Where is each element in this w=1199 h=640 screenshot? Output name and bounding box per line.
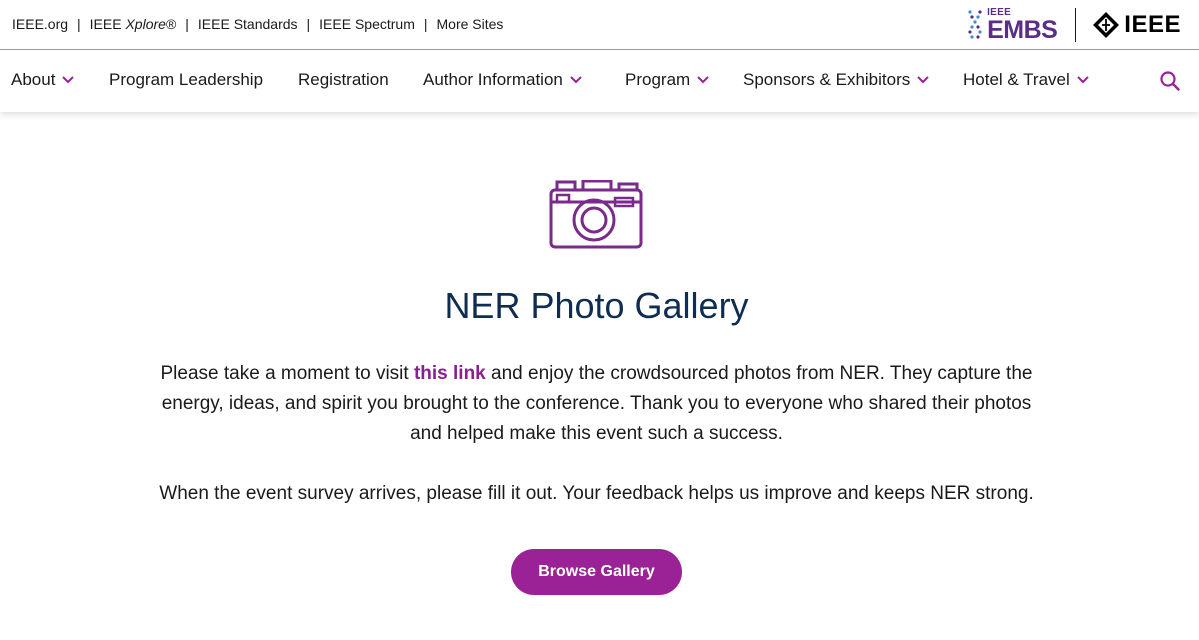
- chevron-down-icon: [570, 76, 582, 84]
- intro-paragraph: Please take a moment to visit this link …: [150, 359, 1043, 449]
- nav-item-label: Sponsors & Exhibitors: [743, 70, 911, 89]
- nav-item-label: About: [11, 70, 56, 89]
- nav-item-author-information[interactable]: Author Information: [423, 70, 583, 90]
- nav-item-label: Hotel & Travel: [963, 70, 1070, 89]
- logos: IEEE EMBS IEEE: [966, 6, 1181, 44]
- util-separator: |: [185, 16, 189, 32]
- nav-item-sponsors-exhibitors[interactable]: Sponsors & Exhibitors: [743, 70, 930, 90]
- utility-links: IEEE.org | IEEE Xplore® | IEEE Standards…: [12, 16, 503, 32]
- util-link-ieee-spectrum[interactable]: IEEE Spectrum: [319, 16, 415, 32]
- nav-item-program-leadership[interactable]: Program Leadership: [109, 70, 263, 90]
- nav-item-label: Author Information: [423, 70, 563, 89]
- intro-text-before: Please take a moment to visit: [160, 363, 414, 384]
- nav-item-label: Program Leadership: [109, 70, 264, 89]
- chevron-down-icon: [62, 76, 75, 84]
- nav-item-label: Program: [625, 70, 691, 89]
- embs-logo[interactable]: IEEE EMBS: [966, 7, 1058, 44]
- nav-item-about[interactable]: About: [11, 70, 75, 90]
- utility-bar: IEEE.org | IEEE Xplore® | IEEE Standards…: [0, 0, 1199, 50]
- main-content: NER Photo Gallery Please take a moment t…: [0, 112, 1199, 640]
- embs-main-text: EMBS: [987, 15, 1058, 44]
- ieee-logo[interactable]: IEEE: [1092, 11, 1181, 39]
- util-link-ieee-org[interactable]: IEEE.org: [12, 16, 68, 32]
- nav-item-hotel-travel[interactable]: Hotel & Travel: [963, 70, 1090, 90]
- embs-wordmark: IEEE EMBS: [987, 7, 1058, 44]
- nav-item-program[interactable]: Program: [625, 70, 710, 90]
- util-link-xplore-suffix: ®: [165, 16, 177, 32]
- util-link-more-sites[interactable]: More Sites: [437, 16, 504, 32]
- ieee-wordmark: IEEE: [1124, 11, 1181, 38]
- nav-item-label: Registration: [298, 70, 389, 89]
- util-link-ieee-standards[interactable]: IEEE Standards: [198, 16, 298, 32]
- main-nav: About Program Leadership Registration Au…: [0, 50, 1199, 112]
- search-icon[interactable]: [1159, 70, 1181, 92]
- util-separator: |: [423, 16, 428, 32]
- camera-icon: [549, 180, 643, 249]
- nav-item-registration[interactable]: Registration: [298, 70, 389, 90]
- util-link-xplore-italic: Xplore: [125, 16, 166, 32]
- logo-divider: [1075, 8, 1077, 42]
- util-separator: |: [77, 16, 81, 32]
- util-link-ieee-xplore[interactable]: IEEE Xplore®: [90, 16, 177, 32]
- chevron-down-icon: [1077, 76, 1089, 84]
- survey-paragraph: When the event survey arrives, please fi…: [159, 483, 1034, 504]
- gallery-inline-link[interactable]: this link: [414, 363, 486, 384]
- page-title: NER Photo Gallery: [444, 285, 749, 326]
- chevron-down-icon: [697, 76, 709, 84]
- util-separator: |: [306, 16, 311, 32]
- dna-icon: [968, 10, 982, 39]
- util-link-xplore-prefix: IEEE: [89, 16, 126, 32]
- chevron-down-icon: [917, 76, 929, 84]
- ieee-kite-icon: [1093, 12, 1120, 38]
- browse-gallery-button[interactable]: Browse Gallery: [511, 549, 682, 595]
